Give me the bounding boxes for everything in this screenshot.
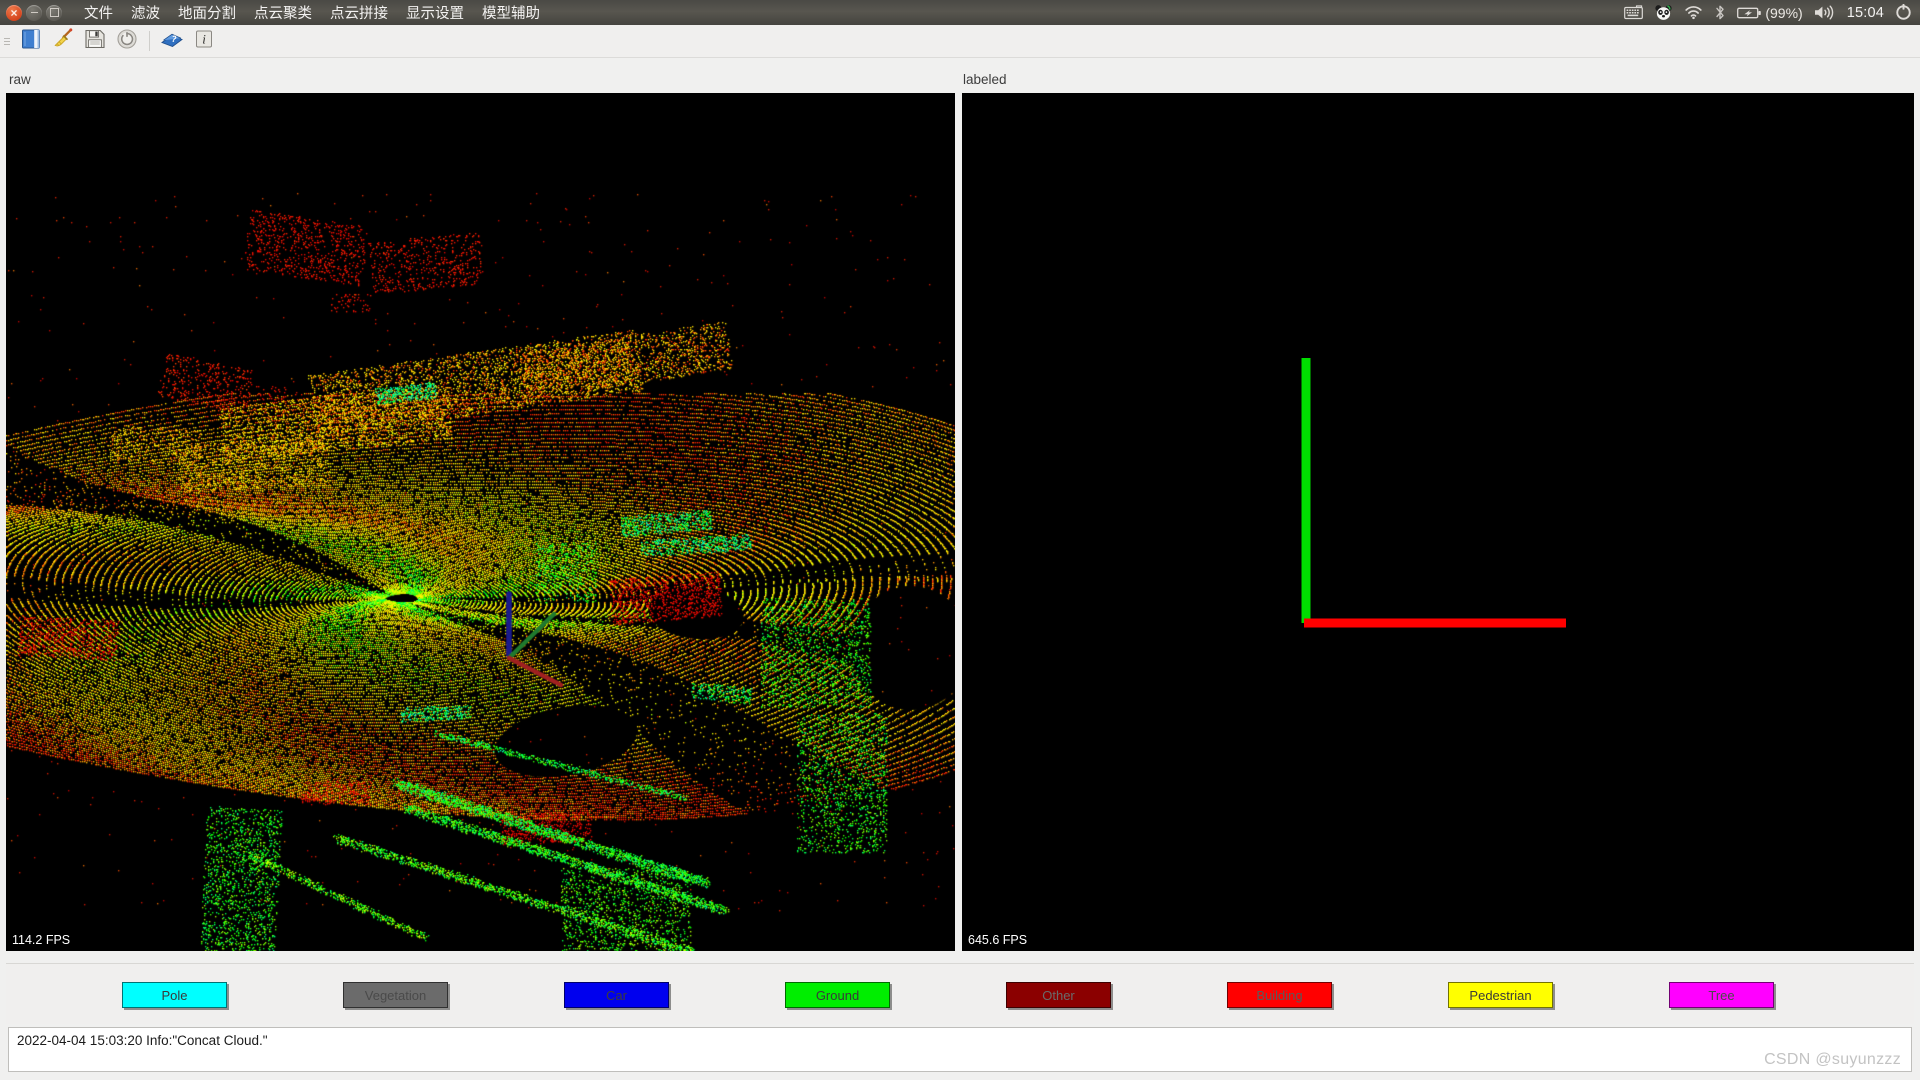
battery-icon[interactable]: (99%) — [1737, 5, 1802, 21]
menu-bar: 文件 滤波 地面分割 点云聚类 点云拼接 显示设置 模型辅助 — [75, 0, 549, 26]
reset-view-button[interactable] — [112, 27, 142, 55]
window-maximize-button[interactable] — [46, 5, 62, 21]
toolbar-separator — [149, 31, 150, 51]
help-button[interactable] — [157, 27, 187, 55]
menu-item-cloud-cluster[interactable]: 点云聚类 — [245, 0, 321, 26]
log-output-panel[interactable]: 2022-04-04 15:03:20 Info:"Concat Cloud."… — [8, 1027, 1912, 1072]
gear-icon[interactable] — [1895, 4, 1912, 21]
class-button-label: Tree — [1708, 988, 1734, 1003]
clear-button[interactable] — [48, 27, 78, 55]
class-button-label: Other — [1042, 988, 1075, 1003]
keyboard-icon[interactable] — [1624, 5, 1643, 20]
raw-fps-label: 114.2 FPS — [12, 933, 70, 947]
blue-folder-icon — [20, 28, 42, 55]
volume-icon[interactable] — [1814, 5, 1836, 20]
class-button-tree[interactable]: Tree — [1669, 982, 1774, 1008]
labeled-fps-label: 645.6 FPS — [968, 933, 1027, 947]
power-circle-icon — [116, 28, 138, 55]
bluetooth-icon[interactable] — [1714, 4, 1726, 21]
menu-item-file[interactable]: 文件 — [75, 0, 122, 26]
class-button-car[interactable]: Car — [564, 982, 669, 1008]
class-button-other[interactable]: Other — [1006, 982, 1111, 1008]
clock-label[interactable]: 15:04 — [1847, 5, 1884, 21]
class-button-label: Ground — [816, 988, 859, 1003]
blue-book-icon — [160, 29, 184, 54]
class-button-vegetation[interactable]: Vegetation — [343, 982, 448, 1008]
coordinate-axis-gizmo — [962, 93, 1914, 951]
battery-percent-label: (99%) — [1765, 5, 1802, 21]
system-top-bar: 文件 滤波 地面分割 点云聚类 点云拼接 显示设置 模型辅助 — [0, 0, 1920, 25]
class-button-building[interactable]: Building — [1227, 982, 1332, 1008]
watermark-label: CSDN @suyunzzz — [1764, 1051, 1901, 1069]
svg-text:i: i — [202, 31, 206, 46]
class-button-label: Vegetation — [365, 988, 426, 1003]
class-button-label: Car — [606, 988, 627, 1003]
class-button-ground[interactable]: Ground — [785, 982, 890, 1008]
toolbar-drag-handle[interactable] — [2, 30, 12, 52]
raw-view-label: raw — [9, 72, 31, 87]
log-message: 2022-04-04 15:03:20 Info:"Concat Cloud." — [17, 1033, 268, 1048]
menu-item-ground-segment[interactable]: 地面分割 — [169, 0, 245, 26]
raw-point-cloud-viewport[interactable]: 114.2 FPS — [6, 93, 955, 951]
class-label-button-bar: Pole Vegetation Car Ground Other Buildin… — [6, 963, 1914, 1024]
broom-icon — [52, 27, 75, 55]
info-icon: i — [194, 29, 214, 54]
floppy-disk-icon — [84, 28, 106, 55]
window-close-button[interactable] — [6, 5, 22, 21]
class-button-label: Pedestrian — [1469, 988, 1531, 1003]
menu-item-display-settings[interactable]: 显示设置 — [397, 0, 473, 26]
menu-item-filter[interactable]: 滤波 — [122, 0, 169, 26]
save-button[interactable] — [80, 27, 110, 55]
class-button-label: Building — [1256, 988, 1302, 1003]
labeled-view-label: labeled — [963, 72, 1007, 87]
class-button-pole[interactable]: Pole — [122, 982, 227, 1008]
menu-item-cloud-register[interactable]: 点云拼接 — [321, 0, 397, 26]
window-controls — [0, 5, 69, 21]
class-button-pedestrian[interactable]: Pedestrian — [1448, 982, 1553, 1008]
system-tray: (99%) 15:04 — [1624, 4, 1920, 22]
window-minimize-button[interactable] — [26, 5, 42, 21]
menu-item-model-assist[interactable]: 模型辅助 — [473, 0, 549, 26]
wifi-icon[interactable] — [1684, 5, 1703, 20]
about-button[interactable]: i — [189, 27, 219, 55]
raw-point-cloud-canvas[interactable] — [6, 93, 955, 951]
close-icon — [6, 5, 22, 21]
minimize-icon — [26, 5, 42, 21]
labeled-point-cloud-viewport[interactable]: 645.6 FPS — [962, 93, 1914, 951]
open-file-button[interactable] — [16, 27, 46, 55]
class-button-label: Pole — [161, 988, 187, 1003]
panda-input-method-icon[interactable] — [1654, 4, 1673, 22]
maximize-icon — [46, 5, 62, 21]
app-toolbar: i — [0, 25, 1920, 58]
